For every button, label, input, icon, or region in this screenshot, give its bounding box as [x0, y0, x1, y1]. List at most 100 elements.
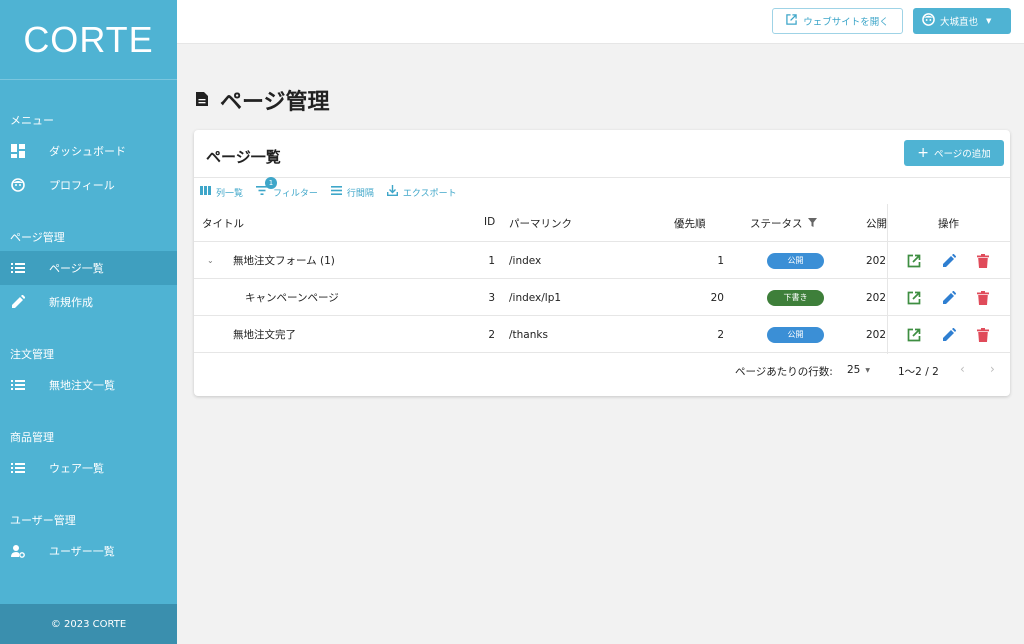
- sidebar-item-page-list[interactable]: ページ一覧: [0, 251, 177, 285]
- grid-toolbar: 列一覧 1 フィルター 行間隔 エクスポート: [200, 176, 470, 200]
- section-title-pages: ページ管理: [10, 231, 65, 244]
- filter-count-badge: 1: [265, 176, 278, 189]
- sidebar-item-profile[interactable]: プロフィール: [0, 168, 177, 202]
- columns-label: 列一覧: [216, 188, 244, 199]
- top-bar: ウェブサイトを開く 大城直也 ▼: [177, 0, 1024, 44]
- sidebar-footer: © 2023 CORTE: [0, 604, 177, 644]
- sidebar-item-label: プロフィール: [49, 179, 115, 192]
- filters-button[interactable]: 1 フィルター: [256, 176, 318, 199]
- sidebar-item-dashboard[interactable]: ダッシュボード: [0, 134, 177, 168]
- face-icon: [922, 13, 935, 29]
- column-header-id[interactable]: ID: [484, 216, 495, 228]
- sidebar-item-order-list[interactable]: 無地注文一覧: [0, 368, 177, 402]
- edit-icon[interactable]: [941, 290, 957, 306]
- row-priority: 1: [717, 254, 724, 267]
- density-label: 行間隔: [346, 188, 374, 199]
- edit-icon[interactable]: [941, 253, 957, 269]
- row-published: 2023: [866, 291, 886, 304]
- row-title: 無地注文フォーム (1): [233, 255, 335, 267]
- sidebar-item-label: ウェア一覧: [49, 462, 104, 475]
- row-priority: 20: [710, 291, 724, 304]
- row-id: 1: [488, 254, 495, 267]
- sidebar-item-label: ページ一覧: [49, 262, 104, 275]
- status-badge: 公開: [767, 252, 824, 269]
- open-website-button[interactable]: ウェブサイトを開く: [772, 8, 903, 34]
- edit-icon[interactable]: [941, 327, 957, 343]
- row-permalink: /index: [509, 254, 542, 267]
- section-title-products: 商品管理: [10, 431, 54, 444]
- row-published: 2023: [866, 328, 886, 341]
- list-icon: [11, 461, 25, 475]
- row-permalink: /thanks: [509, 328, 548, 341]
- sidebar-item-label: ユーザー一覧: [49, 545, 115, 558]
- row-id: 3: [488, 291, 495, 304]
- delete-icon[interactable]: [975, 290, 991, 306]
- sidebar-item-user-list[interactable]: ユーザー一覧: [0, 534, 177, 568]
- add-page-button[interactable]: + ページの追加: [904, 140, 1004, 166]
- dashboard-icon: [11, 144, 25, 158]
- column-header-published[interactable]: 公開: [866, 216, 887, 231]
- logo-text: CORTE: [23, 18, 154, 60]
- sidebar: CORTE メニュー ダッシュボード プロフィール ページ管理 ページ一覧 新規…: [0, 0, 177, 644]
- page-heading: ページ管理: [196, 84, 330, 116]
- list-icon: [11, 261, 25, 275]
- rows-per-page-label: ページあたりの行数:: [735, 366, 833, 378]
- delete-icon[interactable]: [975, 327, 991, 343]
- view-column-icon: [200, 186, 211, 198]
- open-page-icon[interactable]: [906, 253, 922, 269]
- filter-list-icon: [256, 186, 269, 198]
- face-icon: [11, 178, 25, 192]
- document-icon: [196, 91, 208, 110]
- user-name: 大城直也: [940, 17, 979, 28]
- density-icon: [330, 186, 342, 198]
- export-button[interactable]: エクスポート: [386, 185, 457, 199]
- sidebar-item-label: ダッシュボード: [49, 145, 126, 158]
- status-badge: 公開: [767, 326, 824, 343]
- page-title: ページ管理: [220, 90, 330, 115]
- plus-icon: +: [917, 145, 929, 161]
- density-button[interactable]: 行間隔: [330, 186, 374, 199]
- column-header-status[interactable]: ステータス: [750, 216, 817, 231]
- row-status: 公開: [767, 316, 824, 353]
- row-priority: 2: [717, 328, 724, 341]
- columns-button[interactable]: 列一覧: [200, 186, 243, 199]
- pencil-icon: [11, 295, 25, 309]
- open-website-label: ウェブサイトを開く: [803, 17, 889, 28]
- logo[interactable]: CORTE: [0, 0, 177, 80]
- status-badge: 下書き: [767, 289, 824, 306]
- add-page-label: ページの追加: [933, 149, 991, 160]
- list-icon: [11, 378, 25, 392]
- rows-per-page-select[interactable]: 25 ▼: [847, 364, 870, 376]
- card-title: ページ一覧: [206, 148, 281, 166]
- open-page-icon[interactable]: [906, 327, 922, 343]
- user-menu-button[interactable]: 大城直也 ▼: [913, 8, 1011, 34]
- row-status: 公開: [767, 242, 824, 279]
- delete-icon[interactable]: [975, 253, 991, 269]
- row-status: 下書き: [767, 279, 824, 316]
- row-title: キャンペーンページ: [245, 292, 339, 304]
- row-title: 無地注文完了: [233, 329, 296, 341]
- filter-icon[interactable]: [807, 217, 817, 230]
- caret-down-icon: ▼: [865, 366, 870, 374]
- open-in-new-icon: [786, 14, 797, 28]
- section-title-menu: メニュー: [10, 114, 54, 127]
- expand-chevron-icon[interactable]: ⌄: [207, 242, 214, 279]
- sidebar-item-new-page[interactable]: 新規作成: [0, 285, 177, 319]
- row-id: 2: [488, 328, 495, 341]
- export-label: エクスポート: [402, 188, 457, 199]
- sidebar-item-label: 無地注文一覧: [49, 379, 115, 392]
- column-header-title[interactable]: タイトル: [202, 216, 244, 231]
- column-header-actions: 操作: [938, 218, 959, 230]
- row-permalink: /index/lp1: [509, 291, 562, 304]
- page-list-card: ページ一覧 + ページの追加 列一覧 1 フィルター 行間隔 エクスポート タイ…: [194, 130, 1010, 396]
- column-header-permalink[interactable]: パーマリンク: [509, 216, 572, 231]
- row-published: 2023: [866, 254, 886, 267]
- sidebar-item-wear-list[interactable]: ウェア一覧: [0, 451, 177, 485]
- prev-page-icon[interactable]: ‹: [960, 362, 965, 376]
- next-page-icon[interactable]: ›: [990, 362, 995, 376]
- section-title-orders: 注文管理: [10, 348, 54, 361]
- open-page-icon[interactable]: [906, 290, 922, 306]
- column-header-priority[interactable]: 優先順: [674, 216, 706, 231]
- section-title-users: ユーザー管理: [10, 514, 76, 527]
- rows-per-page-value: 25: [847, 364, 861, 376]
